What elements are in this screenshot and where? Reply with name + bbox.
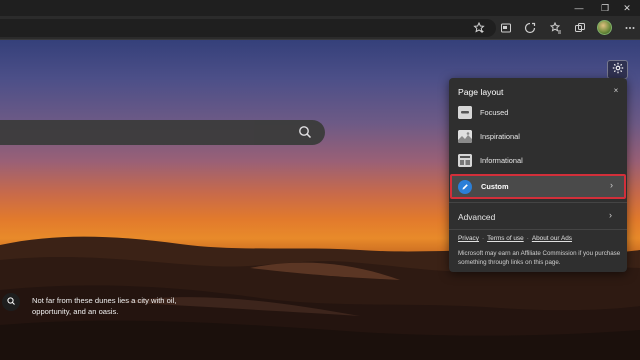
chevron-right-icon: › [610,180,613,190]
image-caption[interactable]: Not far from these dunes lies a city wit… [32,295,192,317]
window-titlebar: — ❐ ✕ [0,0,640,16]
page-settings-button[interactable] [607,60,628,79]
affiliate-disclaimer: Microsoft may earn an Affiliate Commissi… [458,250,621,266]
advanced-row[interactable] [449,206,627,226]
pencil-icon [458,180,472,194]
extensions-icon[interactable] [521,19,539,37]
search-icon[interactable] [297,124,313,140]
focused-layout-icon [458,106,472,119]
gear-icon [612,61,624,79]
profile-avatar[interactable] [597,20,612,35]
divider [449,202,627,203]
layout-option-custom[interactable]: Custom › [450,174,626,199]
address-bar[interactable] [0,19,496,37]
option-label: Focused [480,108,509,117]
close-window-button[interactable]: ✕ [614,0,640,16]
option-label: Informational [480,156,523,165]
ads-link[interactable]: About our Ads [532,235,572,242]
layout-option-inspirational[interactable]: Inspirational [449,126,627,148]
layout-option-focused[interactable]: Focused [449,102,627,124]
close-icon[interactable]: × [610,84,622,96]
terms-link[interactable]: Terms of use [487,235,524,242]
informational-layout-icon [458,154,472,167]
browser-toolbar [0,16,640,40]
panel-title: Page layout [458,87,504,97]
minimize-button[interactable]: — [566,0,592,16]
add-favorite-icon[interactable] [470,19,488,37]
link-separator: · [481,235,485,242]
inspirational-layout-icon [458,130,472,143]
privacy-link[interactable]: Privacy [458,235,479,242]
option-label: Inspirational [480,132,520,141]
collections-icon[interactable] [571,19,589,37]
layout-option-informational[interactable]: Informational [449,150,627,172]
search-icon [6,293,16,311]
footer-links: Privacy · Terms of use · About our Ads [458,235,572,242]
divider [449,229,627,230]
search-box[interactable] [0,120,325,145]
immersive-reader-icon[interactable] [497,19,515,37]
image-info-button[interactable] [2,293,20,311]
favorites-icon[interactable] [547,19,565,37]
more-icon[interactable] [621,19,639,37]
link-separator: · [526,235,529,242]
option-label: Custom [481,182,509,191]
